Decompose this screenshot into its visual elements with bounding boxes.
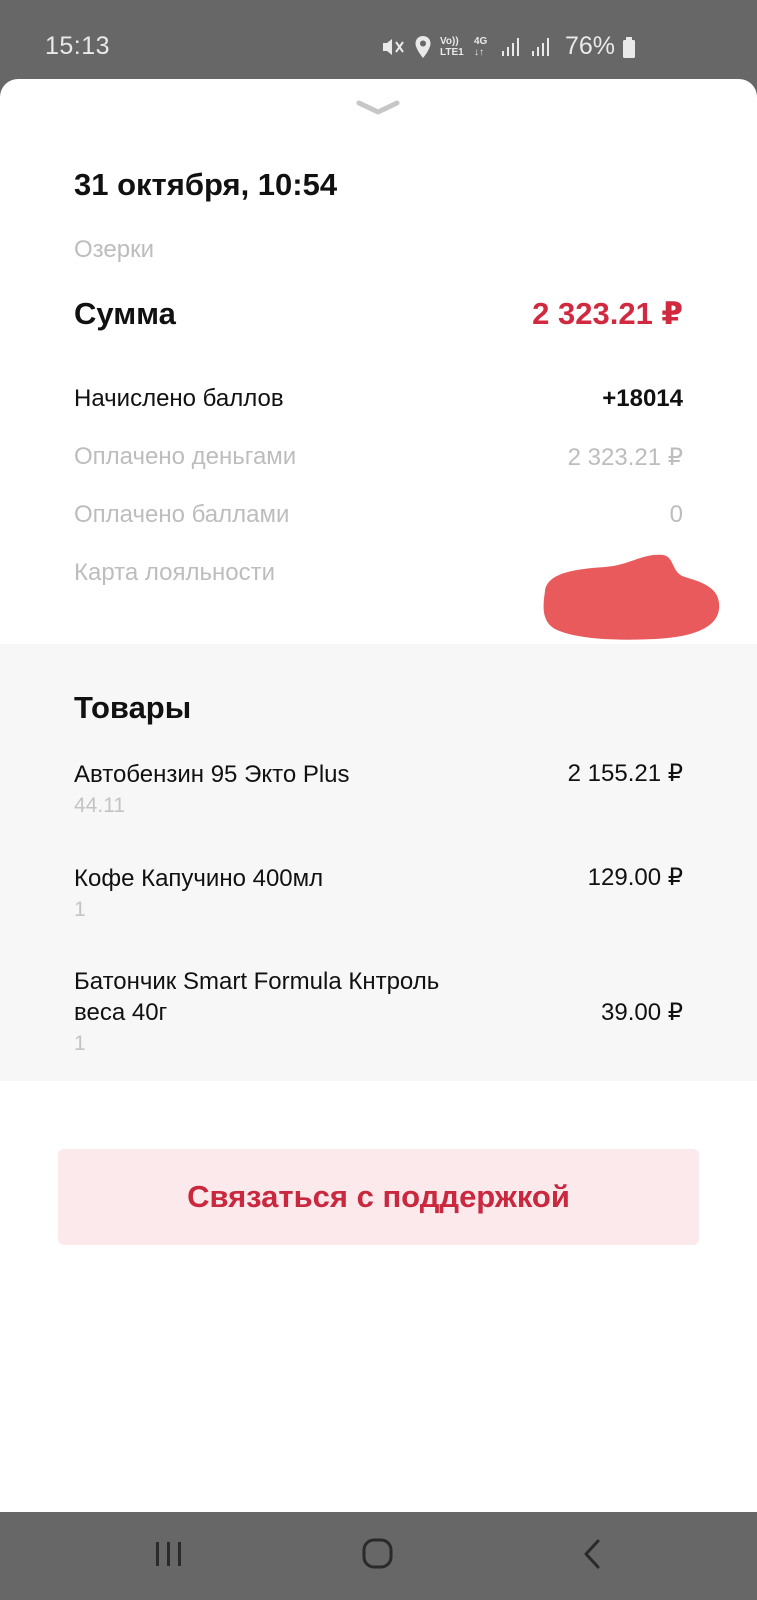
location-icon bbox=[415, 36, 431, 58]
signal-icon bbox=[532, 38, 549, 56]
product-name: Автобензин 95 Экто Plus bbox=[74, 761, 350, 788]
product-item: Автобензин 95 Экто Plus 44.11 2 155.21 ₽ bbox=[74, 759, 683, 818]
products-section: Товары Автобензин 95 Экто Plus 44.11 2 1… bbox=[0, 644, 757, 1081]
chevron-down-icon[interactable] bbox=[356, 99, 400, 117]
volte-icon: Vo)) LTE1 bbox=[440, 36, 464, 58]
4g-icon: 4G ↓↑ bbox=[474, 36, 488, 58]
navigation-bar bbox=[0, 1512, 757, 1600]
product-item: Кофе Капучино 400мл 1 129.00 ₽ bbox=[74, 863, 683, 922]
product-qty: 44.11 bbox=[74, 794, 125, 817]
receipt-sheet: 31 октября, 10:54 Озерки Сумма 2 323.21 … bbox=[0, 79, 757, 1512]
network-label: 4G bbox=[474, 36, 488, 47]
paid-points-label: Оплачено баллами bbox=[74, 501, 290, 528]
back-icon[interactable] bbox=[578, 1534, 608, 1574]
points-earned-value: +18014 bbox=[602, 385, 683, 412]
station-name: Озерки bbox=[74, 236, 155, 263]
points-earned-row: Начислено баллов +18014 bbox=[74, 385, 683, 413]
status-icons: Vo)) LTE1 4G ↓↑ bbox=[380, 35, 552, 59]
products-title: Товары bbox=[74, 690, 192, 725]
product-qty: 1 bbox=[74, 898, 86, 921]
product-price: 2 155.21 ₽ bbox=[567, 760, 683, 787]
sum-value: 2 323.21 ₽ bbox=[532, 296, 683, 331]
paid-points-row: Оплачено баллами 0 bbox=[74, 501, 683, 529]
points-earned-label: Начислено баллов bbox=[74, 385, 284, 412]
paid-points-value: 0 bbox=[669, 501, 683, 528]
redaction-mark bbox=[543, 554, 720, 640]
paid-money-row: Оплачено деньгами 2 323.21 ₽ bbox=[74, 443, 683, 472]
battery-percent: 76% bbox=[565, 32, 616, 60]
recent-apps-icon[interactable] bbox=[152, 1534, 186, 1574]
battery-icon bbox=[623, 37, 635, 58]
loyalty-card-label: Карта лояльности bbox=[74, 559, 276, 586]
product-name: Батончик Smart Formula Кнтроль веса 40г bbox=[74, 968, 440, 1026]
signal-icon bbox=[502, 38, 519, 56]
sum-label: Сумма bbox=[74, 296, 176, 331]
mute-icon bbox=[383, 39, 404, 55]
paid-money-label: Оплачено деньгами bbox=[74, 443, 297, 470]
product-item: Батончик Smart Formula Кнтроль веса 40г … bbox=[74, 966, 683, 1056]
paid-money-value: 2 323.21 ₽ bbox=[567, 444, 683, 471]
product-qty: 1 bbox=[74, 1032, 86, 1055]
receipt-datetime: 31 октября, 10:54 bbox=[74, 167, 338, 202]
home-icon[interactable] bbox=[360, 1534, 396, 1574]
status-bar: 15:13 Vo)) LTE1 4G ↓↑ 76% bbox=[0, 0, 757, 80]
product-price: 39.00 ₽ bbox=[601, 999, 683, 1026]
product-price: 129.00 ₽ bbox=[587, 864, 683, 891]
status-time: 15:13 bbox=[45, 32, 111, 60]
contact-support-button[interactable]: Связаться с поддержкой bbox=[58, 1149, 699, 1245]
product-name: Кофе Капучино 400мл bbox=[74, 865, 324, 892]
